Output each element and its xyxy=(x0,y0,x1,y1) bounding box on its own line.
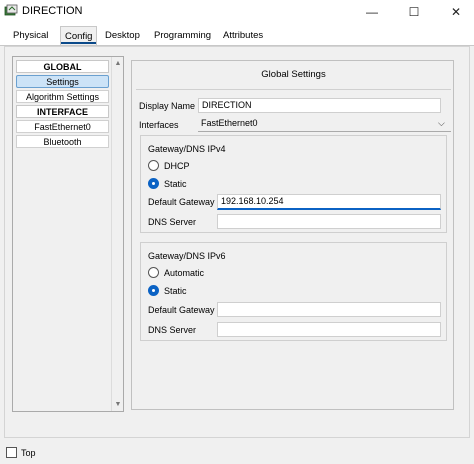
ipv6-dns-server-field[interactable] xyxy=(217,322,441,337)
sidebar-header-interface: INTERFACE xyxy=(16,105,109,118)
automatic-radio[interactable] xyxy=(148,267,159,278)
ipv4-default-gateway-field[interactable]: 192.168.10.254 xyxy=(217,194,441,210)
maximize-button[interactable]: ☐ xyxy=(394,0,434,24)
ipv6-default-gateway-label: Default Gateway xyxy=(148,305,215,315)
tab-attributes[interactable]: Attributes xyxy=(223,30,263,41)
sidebar-header-global: GLOBAL xyxy=(16,60,109,73)
tab-desktop[interactable]: Desktop xyxy=(105,30,140,41)
ipv6-group-title: Gateway/DNS IPv6 xyxy=(148,251,226,261)
global-settings-panel: Global Settings Display Name DIRECTION I… xyxy=(131,60,454,410)
sidebar-item-settings[interactable]: Settings xyxy=(16,75,109,88)
window-title: DIRECTION xyxy=(22,5,83,17)
sidebar: GLOBAL Settings Algorithm Settings INTER… xyxy=(12,56,124,412)
dhcp-label: DHCP xyxy=(164,161,190,171)
tab-config[interactable]: Config xyxy=(60,26,98,46)
sidebar-scrollbar[interactable]: ▲ ▼ xyxy=(111,57,123,411)
active-tab-indicator xyxy=(61,42,97,44)
top-label: Top xyxy=(21,448,36,458)
sidebar-item-algorithm-settings[interactable]: Algorithm Settings xyxy=(16,90,109,103)
sidebar-item-bluetooth[interactable]: Bluetooth xyxy=(16,135,109,148)
scroll-down-icon[interactable]: ▼ xyxy=(112,400,124,410)
app-icon xyxy=(4,4,18,16)
automatic-label: Automatic xyxy=(164,268,205,278)
title-divider xyxy=(136,89,451,90)
sidebar-list: GLOBAL Settings Algorithm Settings INTER… xyxy=(13,57,111,411)
ipv4-static-radio[interactable] xyxy=(148,178,159,189)
title-bar: DIRECTION — ☐ ✕ xyxy=(0,0,474,24)
ipv4-default-gateway-label: Default Gateway xyxy=(148,197,215,207)
ipv4-group: Gateway/DNS IPv4 DHCP Static Default Gat… xyxy=(140,135,447,233)
interfaces-select[interactable]: FastEthernet0 ⌵ xyxy=(198,117,451,132)
close-button[interactable]: ✕ xyxy=(436,0,474,24)
ipv4-dns-server-field[interactable] xyxy=(217,214,441,229)
top-checkbox[interactable] xyxy=(6,447,17,458)
minimize-button[interactable]: — xyxy=(352,0,392,24)
dhcp-radio[interactable] xyxy=(148,160,159,171)
ipv4-dns-server-label: DNS Server xyxy=(148,217,197,227)
scroll-up-icon[interactable]: ▲ xyxy=(112,59,124,69)
chevron-down-icon: ⌵ xyxy=(438,118,445,128)
ipv6-static-radio[interactable] xyxy=(148,285,159,296)
maximize-icon: ☐ xyxy=(408,5,420,19)
interfaces-label: Interfaces xyxy=(139,120,179,130)
ipv6-dns-server-label: DNS Server xyxy=(148,325,197,335)
tab-bar: Physical Config Desktop Programming Attr… xyxy=(0,24,474,46)
tab-programming[interactable]: Programming xyxy=(154,30,211,41)
ipv6-default-gateway-field[interactable] xyxy=(217,302,441,317)
ipv6-group: Gateway/DNS IPv6 Automatic Static Defaul… xyxy=(140,242,447,341)
ipv6-static-label: Static xyxy=(164,286,187,296)
close-icon: ✕ xyxy=(450,5,462,19)
tab-config-label: Config xyxy=(65,31,93,42)
sidebar-item-fastethernet0[interactable]: FastEthernet0 xyxy=(16,120,109,133)
ipv4-group-title: Gateway/DNS IPv4 xyxy=(148,144,226,154)
display-name-field[interactable]: DIRECTION xyxy=(198,98,441,113)
display-name-label: Display Name xyxy=(139,101,196,111)
ipv4-static-label: Static xyxy=(164,179,187,189)
tab-physical[interactable]: Physical xyxy=(13,30,48,41)
minimize-icon: — xyxy=(366,5,378,19)
global-settings-title: Global Settings xyxy=(261,69,326,80)
tab-divider xyxy=(0,45,474,46)
interfaces-select-value: FastEthernet0 xyxy=(201,118,258,128)
